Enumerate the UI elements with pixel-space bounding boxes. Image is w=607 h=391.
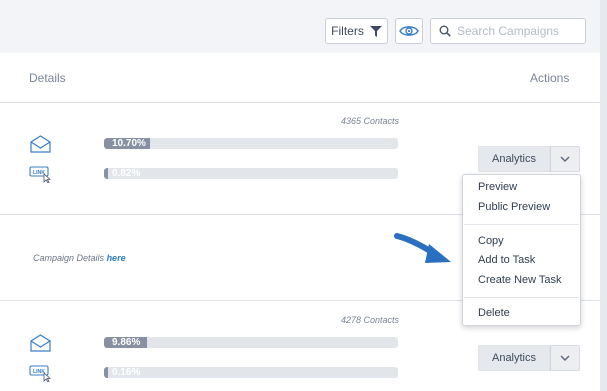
link-click-icon: LINK (29, 166, 51, 183)
chevron-down-icon (560, 156, 570, 162)
actions-column-header: Actions (530, 71, 570, 85)
menu-item-add-to-task[interactable]: Add to Task (478, 254, 535, 266)
filters-button[interactable]: Filters (325, 18, 388, 44)
open-rate-value: 9.86% (112, 337, 141, 348)
click-rate-fill (104, 367, 108, 378)
filter-funnel-icon (369, 25, 382, 37)
envelope-open-icon (30, 334, 51, 352)
analytics-split-button: Analytics (478, 146, 580, 172)
filters-label: Filters (331, 24, 364, 38)
link-click-icon: LINK (29, 365, 51, 382)
chevron-down-icon (560, 355, 570, 361)
menu-item-copy[interactable]: Copy (478, 235, 504, 247)
svg-text:LINK: LINK (33, 369, 45, 375)
open-rate-bar: 10.70% (104, 138, 398, 149)
scrollbar-gutter[interactable] (600, 0, 607, 391)
analytics-split-button: Analytics (478, 345, 580, 371)
analytics-button[interactable]: Analytics (478, 146, 550, 172)
menu-divider (464, 297, 579, 298)
menu-item-delete[interactable]: Delete (478, 307, 510, 319)
click-rate-value: 0.82% (112, 168, 141, 179)
toggle-visibility-button[interactable] (395, 18, 423, 44)
open-rate-value: 10.70% (112, 138, 146, 149)
envelope-open-icon (30, 135, 51, 153)
details-column-header: Details (29, 71, 66, 85)
click-rate-value: 0.16% (112, 367, 141, 378)
arrow-annotation-icon (394, 233, 451, 263)
svg-text:LINK: LINK (33, 170, 45, 176)
click-rate-fill (104, 168, 108, 179)
actions-dropdown-toggle[interactable] (550, 146, 580, 172)
campaign-details-link[interactable]: here (107, 253, 126, 263)
campaign-details-text: Campaign Details here (33, 253, 126, 263)
actions-menu: Preview Public Preview Copy Add to Task … (462, 174, 581, 326)
click-rate-bar: 0.16% (104, 367, 398, 378)
search-field[interactable] (430, 18, 586, 44)
search-input[interactable] (457, 24, 577, 38)
search-icon (439, 25, 451, 37)
menu-divider (464, 224, 579, 225)
eye-icon (399, 26, 419, 36)
open-rate-bar: 9.86% (104, 337, 398, 348)
menu-item-preview[interactable]: Preview (478, 181, 517, 193)
click-rate-bar: 0.82% (104, 168, 398, 179)
divider (0, 102, 600, 103)
campaign-details-prefix: Campaign Details (33, 253, 105, 263)
analytics-button[interactable]: Analytics (478, 345, 550, 371)
contacts-count: 4278 Contacts (340, 315, 399, 325)
menu-item-create-new-task[interactable]: Create New Task (478, 274, 562, 286)
menu-item-public-preview[interactable]: Public Preview (478, 201, 550, 213)
contacts-count: 4365 Contacts (340, 116, 399, 126)
actions-dropdown-toggle[interactable] (550, 345, 580, 371)
